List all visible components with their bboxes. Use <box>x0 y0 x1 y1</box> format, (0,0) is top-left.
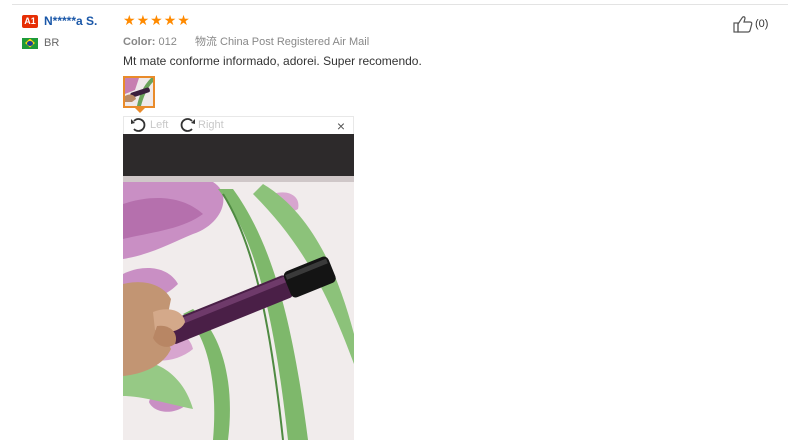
reviewer-info: A1 N*****a S. <box>22 14 97 28</box>
star-icon: ★ <box>150 12 163 28</box>
rotate-right-icon <box>180 118 195 132</box>
rotate-left-button[interactable]: Left <box>130 117 168 133</box>
brazil-flag-icon <box>22 37 38 49</box>
country-code: BR <box>44 37 60 49</box>
star-icon: ★ <box>136 12 150 28</box>
reviewer-country: BR <box>22 37 59 49</box>
rotate-right-button[interactable]: Right <box>178 117 224 133</box>
reviewer-name-link[interactable]: N*****a S. <box>44 14 97 28</box>
image-viewer-toolbar: Left Right × <box>123 116 354 134</box>
helpful-button[interactable]: (0) <box>733 15 768 33</box>
thumbs-up-icon <box>733 16 753 33</box>
star-rating: ★ ★ ★ ★ ★ <box>123 12 190 28</box>
color-label: Color: <box>123 36 156 48</box>
star-icon: ★ <box>177 12 190 28</box>
review-text: Mt mate conforme informado, adorei. Supe… <box>123 54 422 68</box>
shipping-label: 物流 <box>194 36 217 48</box>
rotate-left-label: Left <box>150 119 169 131</box>
thumbnail-selected-indicator <box>135 108 145 113</box>
top-divider <box>12 4 788 5</box>
review-meta: Color: 012 物流 China Post Registered Air … <box>123 33 369 49</box>
color-value: 012 <box>158 36 177 48</box>
level-badge: A1 <box>22 14 38 28</box>
review-photo-thumbnail[interactable] <box>123 76 155 108</box>
shipping-method: China Post Registered Air Mail <box>220 36 370 48</box>
review-photo-large <box>123 134 354 440</box>
close-icon[interactable]: × <box>337 118 345 134</box>
star-icon: ★ <box>163 12 177 28</box>
rotate-left-icon <box>131 118 146 132</box>
helpful-count: (0) <box>755 18 769 30</box>
rotate-right-label: Right <box>198 119 224 131</box>
star-icon: ★ <box>123 12 136 28</box>
